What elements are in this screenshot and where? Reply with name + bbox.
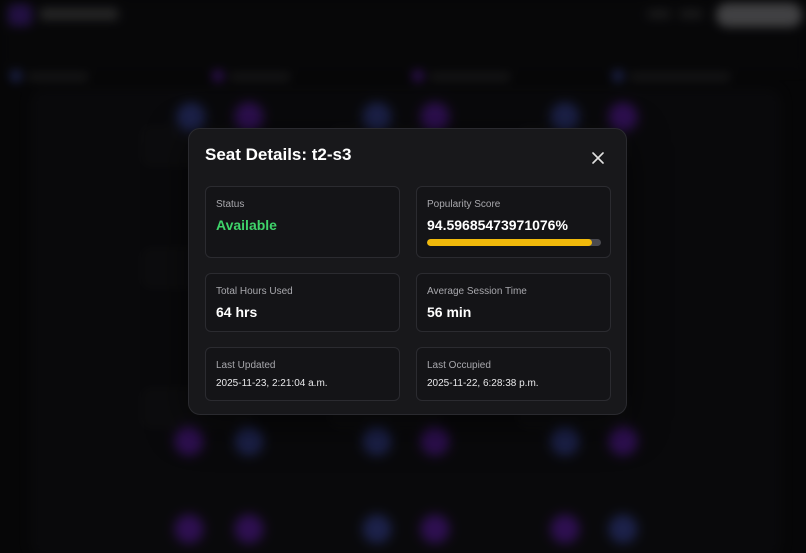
last-updated-label: Last Updated — [216, 360, 276, 371]
app-page: Seat Details: t2-s3 Status Available Pop… — [0, 0, 806, 553]
session-label: Average Session Time — [427, 286, 527, 297]
seat-details-modal: Seat Details: t2-s3 Status Available Pop… — [188, 128, 627, 415]
session-value: 56 min — [427, 304, 472, 320]
popularity-progress-bar — [427, 239, 601, 246]
close-button[interactable] — [589, 149, 607, 167]
session-card: Average Session Time 56 min — [416, 273, 611, 332]
last-occupied-label: Last Occupied — [427, 360, 491, 371]
hours-label: Total Hours Used — [216, 286, 293, 297]
hours-card: Total Hours Used 64 hrs — [205, 273, 400, 332]
status-value: Available — [216, 217, 277, 233]
hours-value: 64 hrs — [216, 304, 258, 320]
popularity-label: Popularity Score — [427, 199, 501, 210]
last-occupied-card: Last Occupied 2025-11-22, 6:28:38 p.m. — [416, 347, 611, 401]
last-updated-value: 2025-11-23, 2:21:04 a.m. — [216, 378, 328, 389]
close-icon — [592, 152, 604, 164]
popularity-value: 94.59685473971076% — [427, 217, 568, 233]
last-updated-card: Last Updated 2025-11-23, 2:21:04 a.m. — [205, 347, 400, 401]
popularity-card: Popularity Score 94.59685473971076% — [416, 186, 611, 258]
modal-title: Seat Details: t2-s3 — [205, 145, 352, 164]
status-label: Status — [216, 199, 245, 210]
last-occupied-value: 2025-11-22, 6:28:38 p.m. — [427, 378, 539, 389]
status-card: Status Available — [205, 186, 400, 258]
popularity-progress-fill — [427, 239, 592, 246]
